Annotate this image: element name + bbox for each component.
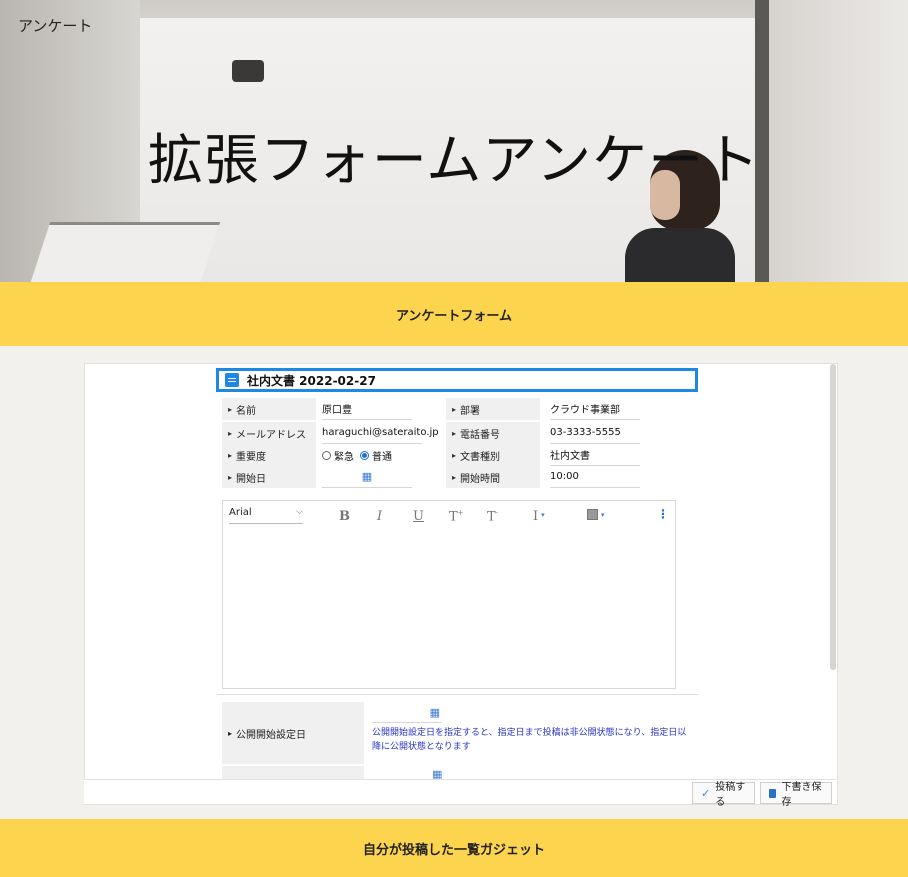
divider (216, 694, 698, 695)
phone-label: 電話番号 (446, 422, 540, 444)
submit-button[interactable]: ✓ 投稿する (692, 782, 755, 808)
radio-urgent-label: 緊急 (334, 451, 354, 463)
save-draft-button[interactable]: 下書き保存 (760, 782, 832, 808)
publish-date-hint: 公開開始設定日を指定すると、指定日まで投稿は非公開状態になり、指定日以降に公開状… (372, 728, 687, 752)
dept-field[interactable]: クラウド事業部 (550, 398, 640, 420)
start-date-label: 開始日 (222, 466, 316, 488)
email-field[interactable]: haraguchi@sateraito.jp (322, 422, 439, 444)
rich-text-editor[interactable]: Arial ⌵ B I U T+ T- I ▾ ▾ ⋮ (222, 500, 676, 689)
start-date-field[interactable]: ▦ (322, 466, 412, 488)
table-icon (587, 509, 598, 520)
calendar-icon[interactable]: ▦ (430, 706, 440, 719)
text-style-button[interactable]: I ▾ (533, 509, 545, 524)
name-field[interactable]: 原口豊 (322, 398, 412, 420)
name-label: 名前 (222, 398, 316, 420)
publish-date-field[interactable]: ▦ (372, 704, 442, 723)
font-select[interactable]: Arial ⌵ (229, 507, 303, 524)
publish-date-label: 公開開始設定日 (222, 702, 364, 764)
radio-normal-label: 普通 (372, 451, 392, 463)
document-title-bar: 社内文書 2022-02-27 (216, 368, 698, 392)
start-time-field[interactable]: 10:00 (550, 466, 640, 488)
projector-image (232, 60, 264, 82)
document-title: 社内文書 2022-02-27 (247, 373, 376, 388)
underline-button[interactable]: U (413, 509, 424, 524)
doc-type-field[interactable]: 社内文書 (550, 444, 640, 466)
superscript-button[interactable]: T+ (449, 509, 464, 524)
check-icon: ✓ (701, 786, 711, 800)
email-label: メールアドレス (222, 422, 316, 444)
more-options-icon[interactable]: ⋮ (657, 507, 669, 521)
subscript-button[interactable]: T- (487, 509, 498, 524)
priority-radio-group: 緊急 普通 (322, 444, 412, 466)
publish-end-label (222, 766, 364, 779)
dept-label: 部署 (446, 398, 540, 420)
phone-field[interactable]: 03-3333-5555 (550, 422, 640, 444)
start-time-label: 開始時間 (446, 466, 540, 488)
italic-button[interactable]: I (377, 509, 382, 524)
calendar-icon[interactable]: ▦ (362, 470, 372, 483)
save-icon (769, 788, 777, 798)
section-header: アンケートフォーム (0, 282, 908, 346)
editor-toolbar: Arial ⌵ B I U T+ T- I ▾ ▾ ⋮ (223, 501, 675, 529)
table-button[interactable]: ▾ (587, 509, 605, 524)
hero-title: 拡張フォームアンケート (147, 128, 761, 192)
easel-image (29, 222, 221, 282)
chevron-down-icon: ⌵ (296, 507, 303, 517)
bold-button[interactable]: B (339, 509, 350, 524)
radio-urgent[interactable] (322, 450, 331, 460)
site-brand[interactable]: アンケート (18, 15, 92, 36)
doc-type-label: 文書種別 (446, 444, 540, 466)
gadget-header: 自分が投稿した一覧ガジェット (0, 819, 908, 877)
radio-normal[interactable] (360, 450, 369, 460)
scrollbar[interactable] (830, 364, 836, 670)
priority-label: 重要度 (222, 444, 316, 466)
document-icon (225, 373, 239, 387)
